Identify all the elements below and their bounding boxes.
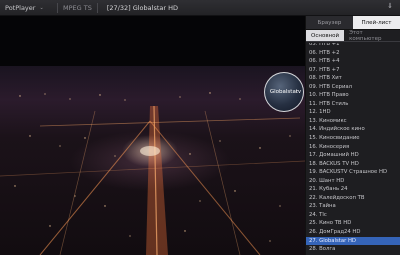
playlist-item[interactable]: 18. BACKUS TV HD [306, 160, 400, 169]
playlist-item[interactable]: 08. НТВ Хит [306, 74, 400, 83]
playlist-item[interactable]: 21. Кубань 24 [306, 185, 400, 194]
video-frame [0, 66, 305, 255]
channel-logo-suffix: tv [296, 89, 301, 95]
side-panel: Браузер Плей-лист Основной Этот компьюте… [305, 16, 400, 255]
playlist-item[interactable]: 14. Индийское кино [306, 125, 400, 134]
title-bar: PotPlayer ⌄ MPEG TS [27/32] Globalstar H… [0, 0, 400, 16]
playlist-item[interactable]: 28. Волга [306, 245, 400, 254]
stream-format: MPEG TS [63, 3, 92, 12]
playlist-item[interactable]: 13. Киномикс [306, 117, 400, 126]
video-area[interactable]: Globalstar tv [0, 16, 305, 255]
playlist-item[interactable]: 20. Шант HD [306, 177, 400, 186]
city-night-image [0, 92, 305, 255]
pin-icon[interactable]: ⇓ [385, 2, 395, 13]
now-playing-title: [27/32] Globalstar HD [106, 3, 178, 12]
playlist-item[interactable]: 07. НТВ +7 [306, 66, 400, 75]
playlist-item[interactable]: 12. 1HD [306, 108, 400, 117]
playlist-item[interactable]: 09. НТВ Сериал [306, 83, 400, 92]
panel-tabs: Браузер Плей-лист [306, 16, 400, 30]
playlist-item[interactable]: 10. НТВ Право [306, 91, 400, 100]
title-divider [96, 2, 98, 13]
playlist-item[interactable]: 24. Tlc [306, 211, 400, 220]
playlist-item-current[interactable]: 27. Globalstar HD [306, 236, 400, 246]
playlist-item[interactable]: 17. Домашний HD [306, 151, 400, 160]
playlist-item[interactable]: 06. НТВ +4 [306, 57, 400, 66]
subtab-main[interactable]: Основной [306, 30, 345, 41]
playlist-subtabs: Основной Этот компьютер [306, 30, 400, 42]
chevron-down-icon: ⌄ [39, 4, 44, 11]
app-name: PotPlayer [5, 3, 36, 12]
playlist-item[interactable]: 16. Киносерия [306, 143, 400, 152]
channel-logo-text: Globalstar [269, 89, 299, 95]
subtab-this-computer[interactable]: Этот компьютер [344, 30, 400, 42]
playlist-item[interactable]: 19. BACKUSTV Страшное HD [306, 168, 400, 177]
playlist-item[interactable]: 11. НТВ Стиль [306, 100, 400, 109]
app-menu-button[interactable]: PotPlayer ⌄ [0, 4, 52, 12]
playlist-item[interactable]: 25. Кино ТВ HD [306, 219, 400, 228]
playlist-item[interactable]: 23. Тайна [306, 202, 400, 211]
title-divider [57, 2, 58, 13]
playlist-item[interactable]: 15. Киносвидание [306, 134, 400, 143]
playlist-item[interactable]: 26. ДомГрад24 HD [306, 228, 400, 237]
tab-playlist[interactable]: Плей-лист [353, 16, 400, 29]
tab-browser[interactable]: Браузер [306, 16, 353, 29]
playlist-item[interactable]: 22. Калейдоскоп ТВ [306, 194, 400, 203]
playlist-item[interactable]: 06. НТВ +2 [306, 49, 400, 58]
playlist[interactable]: 05. НТВ +1 06. НТВ +2 06. НТВ +4 07. НТВ +7… [306, 43, 400, 255]
